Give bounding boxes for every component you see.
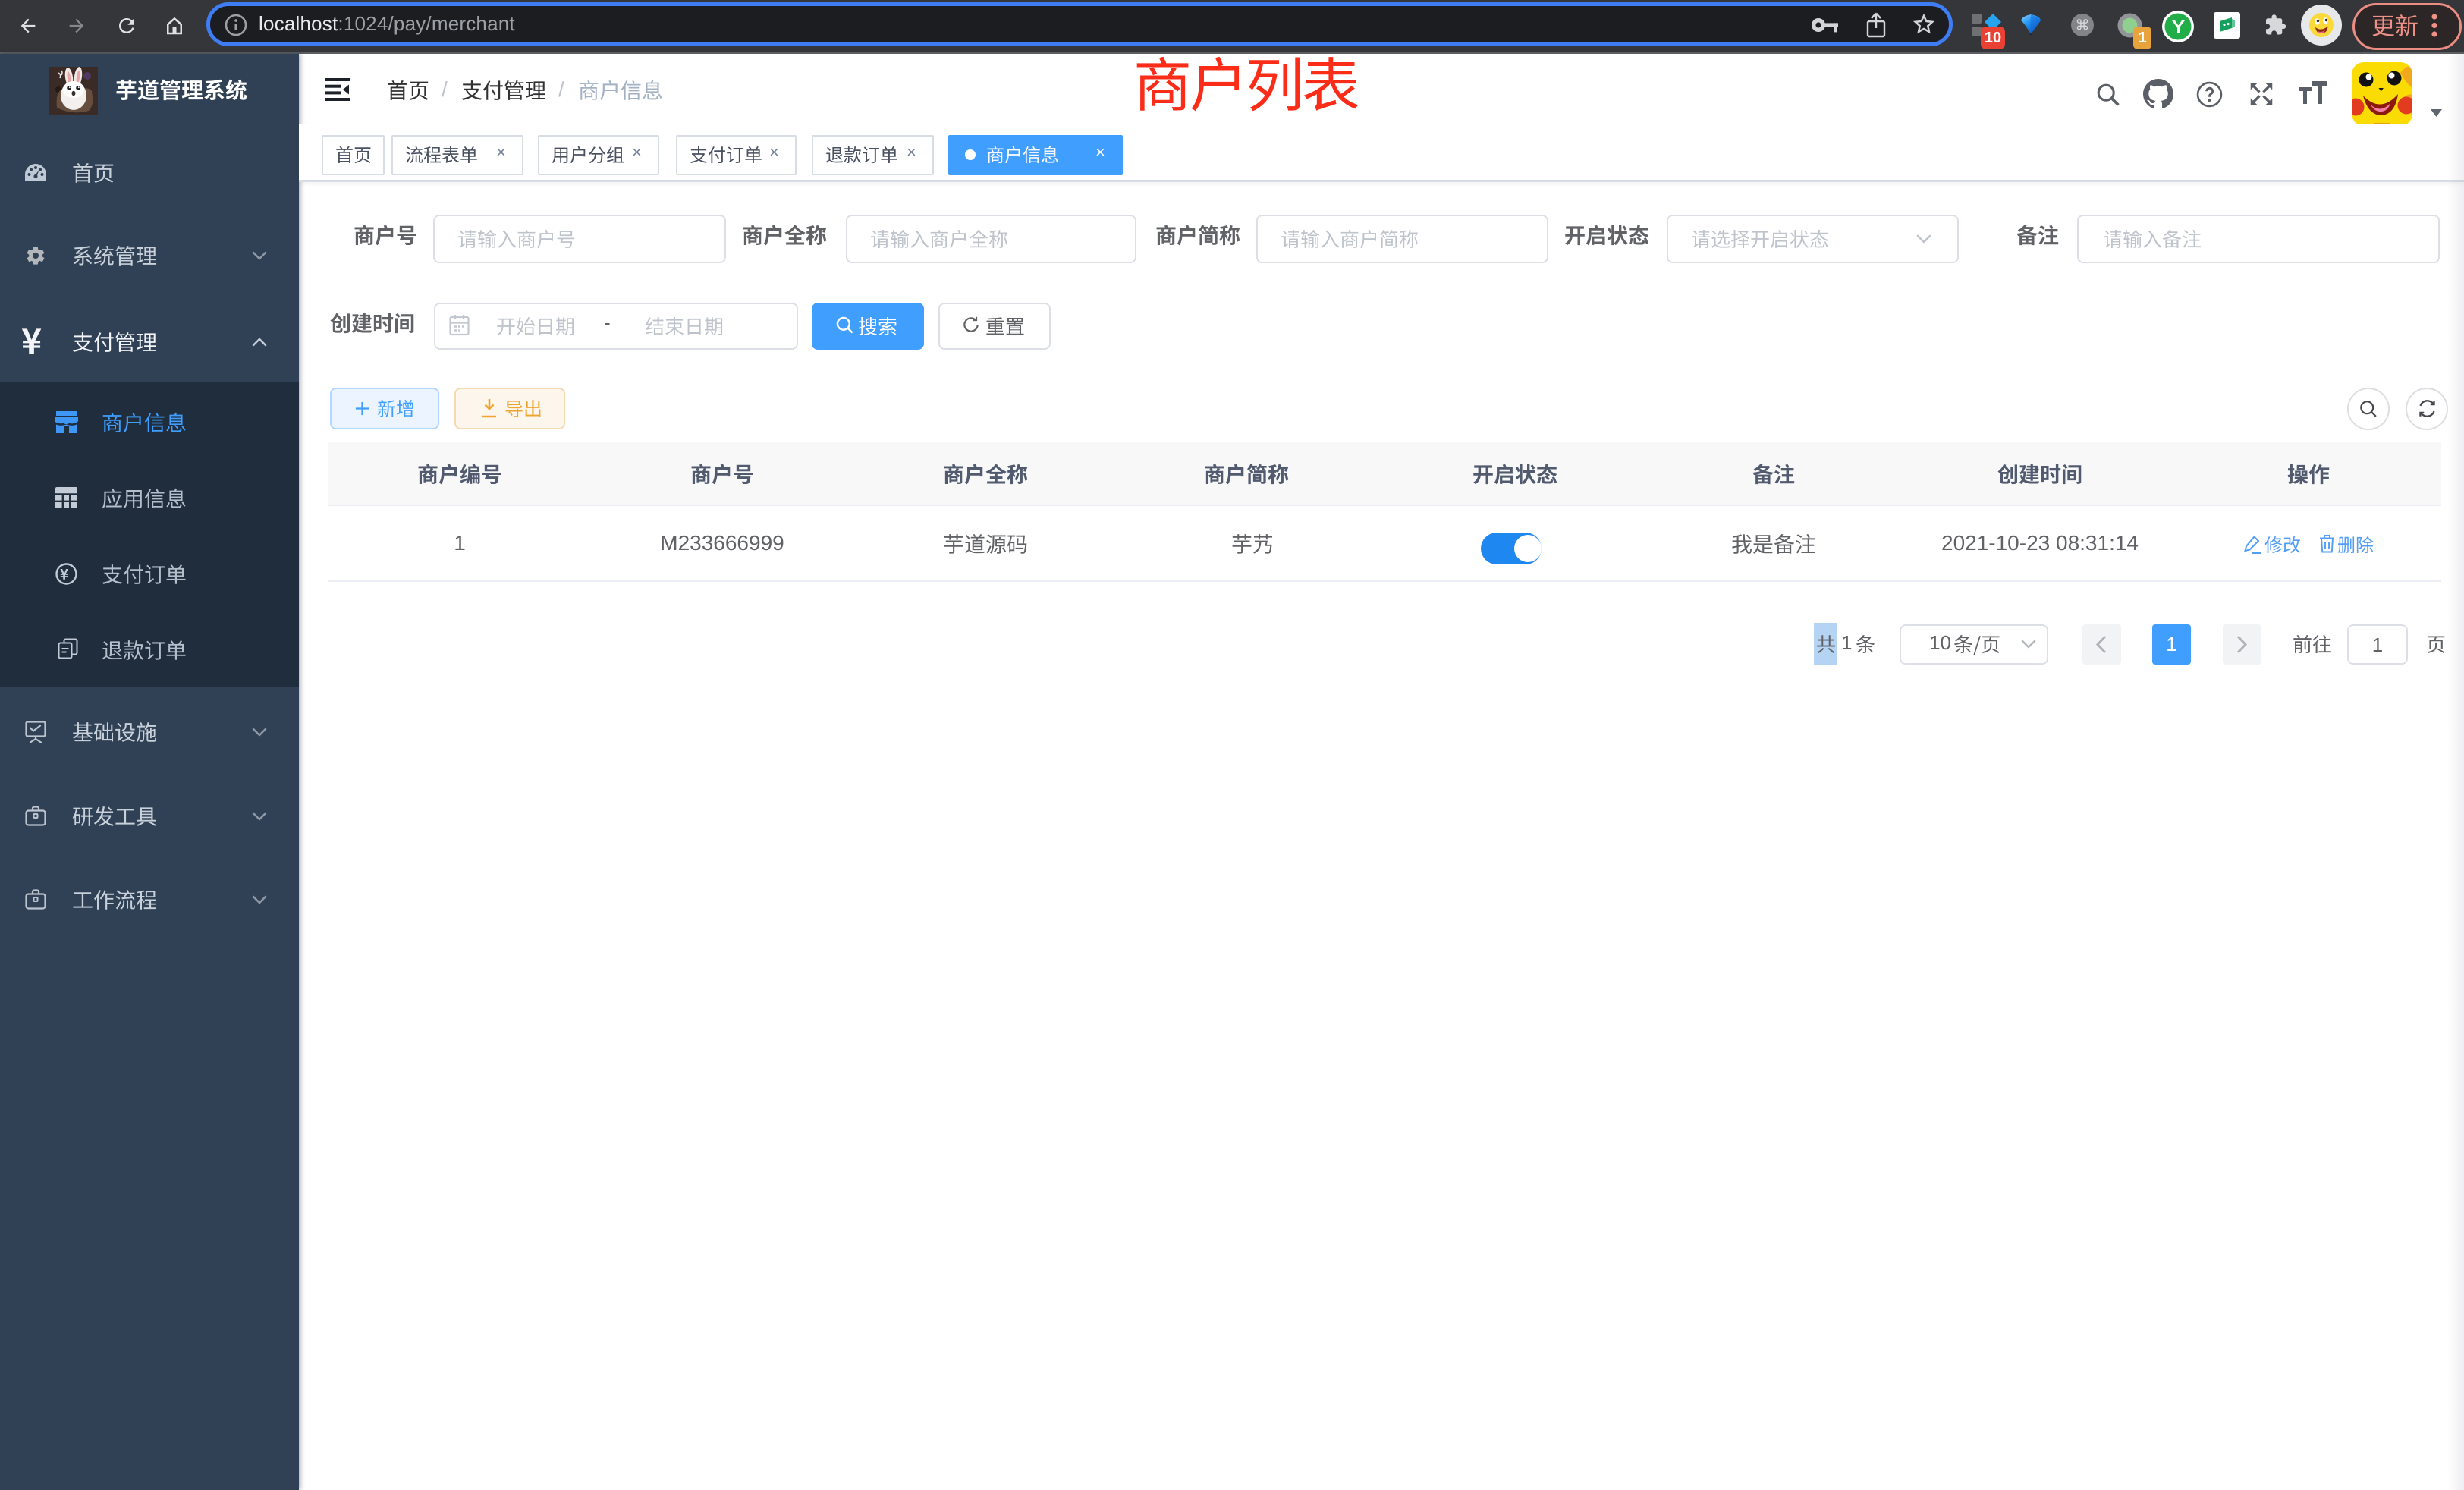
svg-text:⌘: ⌘ <box>2076 18 2090 34</box>
